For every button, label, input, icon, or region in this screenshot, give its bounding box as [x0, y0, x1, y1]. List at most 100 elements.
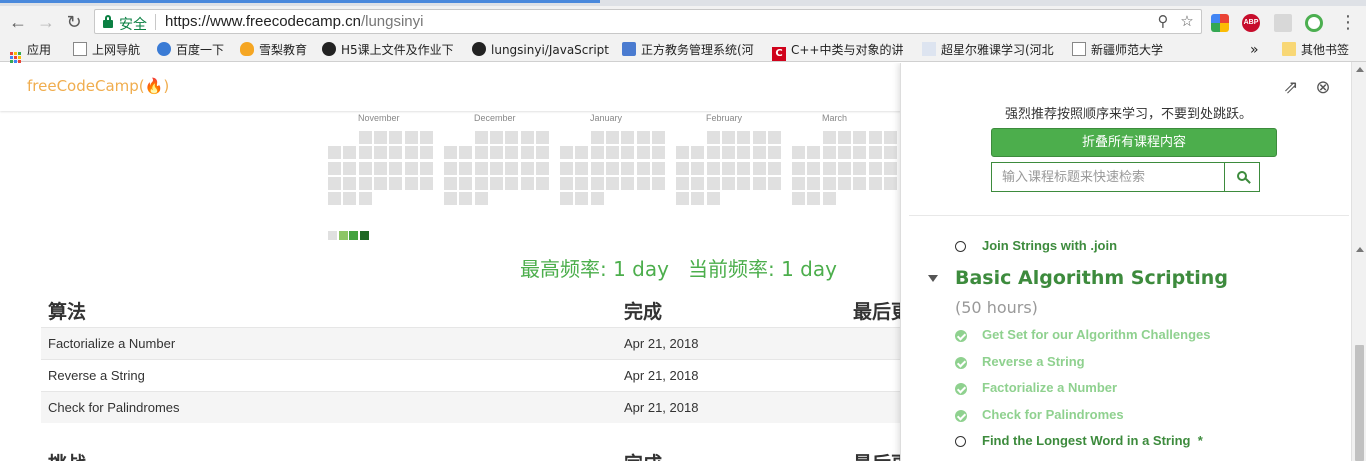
bookmark-item[interactable]: 正方教务管理系统(河 [622, 41, 754, 59]
block-title[interactable]: Basic Algorithm Scripting [955, 267, 1228, 289]
heatmap-day-cell [676, 161, 689, 175]
site-logo[interactable]: freeCodeCamp(🔥) [27, 77, 169, 95]
bookmark-item[interactable]: 雪梨教育 [240, 41, 307, 59]
bookmark-item[interactable]: 百度一下 [157, 41, 224, 59]
heatmap-day-cell [822, 161, 836, 175]
heatmap-day-cell [868, 161, 882, 175]
heatmap-day-cell [505, 146, 519, 160]
heatmap-day-cell [343, 161, 357, 175]
heatmap-day-cell [651, 131, 665, 144]
challenge-label: Factorialize a Number [982, 380, 1118, 395]
course-search-input[interactable] [991, 162, 1225, 192]
other-bookmarks-folder[interactable]: 其他书签 [1282, 41, 1349, 59]
bookmark-item[interactable]: 上网导航 [73, 41, 140, 59]
heatmap-day-cell [419, 146, 433, 160]
scroll-up-arrow-icon[interactable] [1356, 67, 1364, 72]
active-tab-edge[interactable] [0, 0, 600, 3]
panel-divider [909, 215, 1349, 216]
external-link-icon[interactable]: ⇗ [1281, 77, 1301, 97]
bookmark-item[interactable]: H5课上文件及作业下 [322, 41, 454, 59]
logo-close: ) [163, 77, 170, 95]
chrome-sync-icon[interactable] [1305, 14, 1323, 32]
heatmap-day-cell [636, 131, 650, 144]
heatmap-day-cell [807, 146, 821, 160]
bookmark-item[interactable]: lungsinyi/JavaScript [472, 41, 609, 59]
caret-down-icon[interactable] [928, 275, 938, 282]
heatmap-day-cell [676, 176, 689, 190]
heatmap-day-cell [520, 161, 534, 175]
bookmark-item[interactable]: 新疆师范大学 [1072, 41, 1163, 59]
close-icon[interactable]: ⊗ [1313, 77, 1333, 97]
heatmap-day-cell [535, 131, 549, 144]
heatmap-day-cell [373, 131, 387, 144]
bookmarks-bar: 应用 上网导航 百度一下 雪梨教育 H5课上文件及作业下 lungsinyi/J… [0, 38, 1366, 63]
bookmark-apps[interactable]: 应用 [10, 41, 52, 63]
heatmap-day-cell [883, 131, 897, 144]
heatmap-day-cell [721, 176, 735, 190]
bookmark-star-icon[interactable]: ☆ [1177, 12, 1197, 32]
page-icon [1072, 42, 1086, 56]
google-photos-icon[interactable] [1211, 14, 1229, 32]
apps-grid-icon [10, 52, 21, 63]
bookmark-item[interactable]: C C++中类与对象的讲 [772, 41, 904, 61]
flame-icon [240, 42, 254, 56]
reload-icon[interactable]: ↻ [62, 10, 86, 34]
heatmap-day-cell [767, 131, 781, 144]
heatmap-day-cell [389, 161, 403, 175]
table-row: Check for Palindromes Apr 21, 2018 [41, 391, 906, 423]
heatmap-day-cell [853, 161, 867, 175]
heatmap-day-cell [459, 146, 473, 160]
heatmap-day-cell [343, 192, 357, 206]
heatmap-day-cell [721, 161, 735, 175]
search-button[interactable] [1224, 162, 1260, 192]
github-icon [322, 42, 336, 56]
adblock-plus-icon[interactable]: ABP [1242, 14, 1260, 32]
bookmark-label: 新疆师范大学 [1091, 43, 1164, 57]
heatmap-day-cell [459, 176, 473, 190]
heatmap-day-cell [767, 176, 781, 190]
heatmap-day-cell [636, 161, 650, 175]
heatmap-day-cell [706, 146, 720, 160]
camera-icon[interactable] [1274, 14, 1292, 32]
bookmark-item[interactable]: 超星尔雅课学习(河北 [922, 41, 1054, 59]
heatmap-day-cell [822, 131, 836, 144]
bookmark-label: 应用 [27, 43, 52, 57]
page-content: freeCodeCamp(🔥) November December January F… [0, 63, 1366, 461]
forward-arrow-icon[interactable]: → [34, 10, 58, 34]
address-bar[interactable]: 安全 https://www.freecodecamp.cn/lungsinyi… [94, 9, 1202, 34]
bookmarks-overflow-button[interactable]: » [1250, 41, 1259, 59]
zoom-icon[interactable]: ⚲ [1153, 12, 1173, 32]
heatmap-day-cell [822, 146, 836, 160]
heatmap-day-cell [822, 192, 836, 206]
bookmark-label: 上网导航 [92, 43, 141, 57]
heatmap-day-cell [883, 176, 897, 190]
collapse-all-button[interactable]: 折叠所有课程内容 [991, 128, 1277, 157]
heatmap-day-cell [419, 176, 433, 190]
menu-dots-icon[interactable]: ⋮ [1336, 10, 1360, 34]
challenge-label: Get Set for our Algorithm Challenges [982, 327, 1211, 342]
bookmark-label: H5课上文件及作业下 [341, 43, 454, 57]
scroll-thumb[interactable] [1355, 345, 1364, 461]
heatmap-day-cell [328, 146, 341, 160]
back-arrow-icon[interactable]: ← [6, 10, 30, 34]
heatmap-day-cell [737, 161, 751, 175]
bookmark-label: lungsinyi/JavaScript [491, 43, 609, 57]
folder-icon [1282, 42, 1296, 56]
heatmap-day-cell [520, 131, 534, 144]
panel-scroll-up-arrow-icon[interactable] [1356, 247, 1364, 252]
month-label: January [590, 113, 623, 123]
baidu-paw-icon [157, 42, 171, 56]
heatmap-day-cell [505, 161, 519, 175]
url-text[interactable]: https://www.freecodecamp.cn/lungsinyi [165, 13, 423, 30]
bookmark-label: 超星尔雅课学习(河北 [941, 43, 1054, 57]
heatmap-day-cell [404, 131, 418, 144]
lock-icon [103, 15, 113, 28]
heatmap-day-cell [853, 176, 867, 190]
heatmap-day-cell [474, 146, 488, 160]
heatmap-day-cell [706, 176, 720, 190]
completed-check-icon [955, 383, 967, 395]
heatmap-day-cell [459, 192, 473, 206]
secure-label: 安全 [119, 17, 147, 33]
heatmap-day-cell [837, 161, 851, 175]
page-scrollbar[interactable] [1351, 62, 1366, 461]
